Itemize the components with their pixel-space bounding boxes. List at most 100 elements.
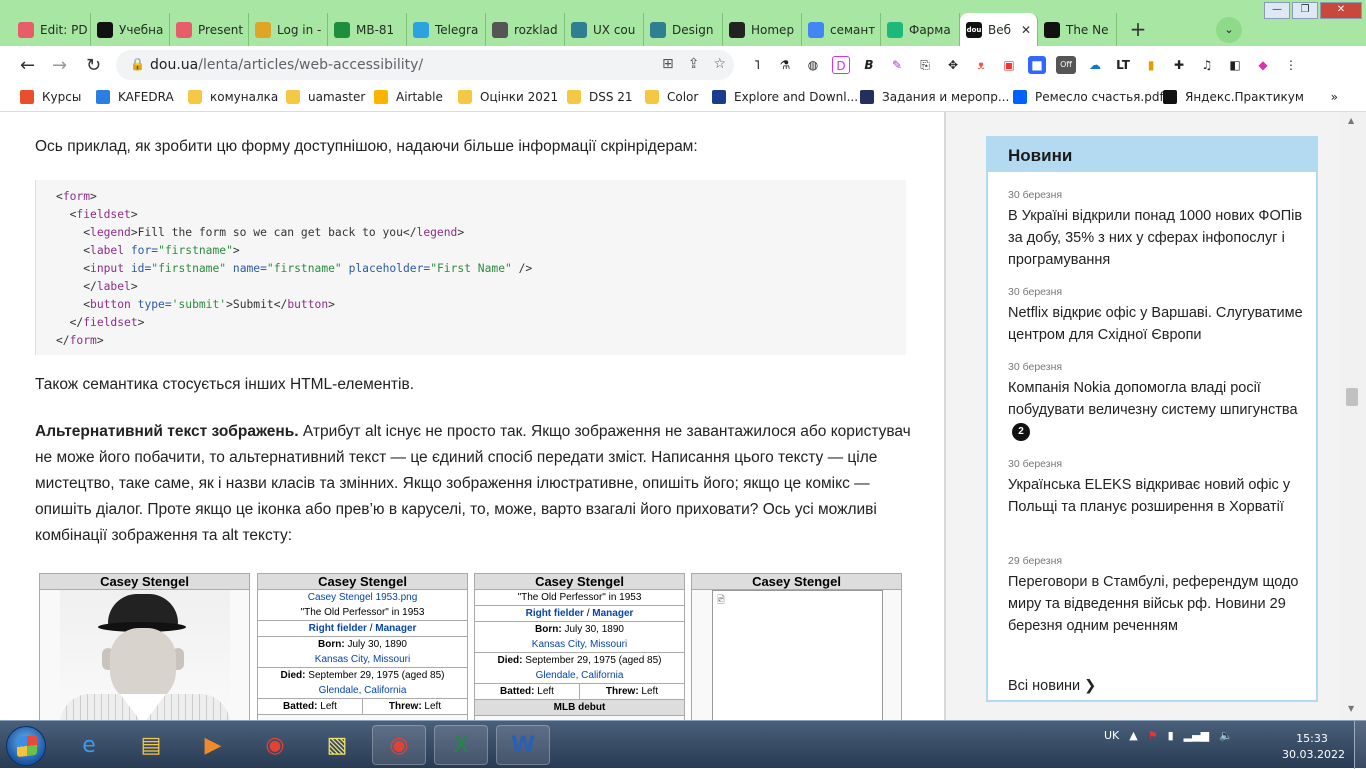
tab-search-icon[interactable]: ⌄ bbox=[1216, 17, 1242, 43]
clock[interactable]: 15:33 30.03.2022 bbox=[1282, 731, 1345, 763]
all-news-link[interactable]: Всі новини ❯ bbox=[1008, 678, 1096, 694]
tab-10[interactable]: семант bbox=[802, 13, 881, 46]
intro-paragraph: Ось приклад, як зробити цю форму доступн… bbox=[35, 138, 698, 155]
news-item[interactable]: 30 березня В Україні відкрили понад 1000… bbox=[1008, 188, 1308, 271]
network-icon[interactable]: ▂▄▆ bbox=[1184, 729, 1209, 742]
tab-0[interactable]: Edit: PD bbox=[12, 13, 91, 46]
extension-b-icon[interactable]: B bbox=[860, 56, 878, 74]
reload-icon[interactable]: ↻ bbox=[86, 55, 101, 76]
fox-icon[interactable]: ᴥ bbox=[972, 56, 990, 74]
tab-6[interactable]: rozklad bbox=[486, 13, 565, 46]
bar-chart-extension-icon[interactable]: ▮ bbox=[1142, 56, 1160, 74]
close-window-button[interactable]: ✕ bbox=[1320, 2, 1362, 19]
news-link[interactable]: Netflix відкриє офіс у Варшаві. Слугуват… bbox=[1008, 302, 1308, 346]
back-arrow-icon[interactable]: ← bbox=[20, 55, 35, 76]
chrome-active-taskbar-icon[interactable]: ◉ bbox=[372, 725, 426, 765]
screenshot-icon[interactable]: ⎘ bbox=[916, 56, 934, 74]
cube-icon[interactable]: ■ bbox=[1028, 56, 1046, 74]
tab-1[interactable]: Учебна bbox=[91, 13, 170, 46]
puzzle-icon[interactable]: ✚ bbox=[1170, 56, 1188, 74]
tab-4[interactable]: MB-81 bbox=[328, 13, 407, 46]
minimize-button[interactable]: — bbox=[1264, 2, 1290, 19]
start-button[interactable] bbox=[6, 726, 46, 766]
extension-t-icon[interactable]: ˥ bbox=[748, 56, 766, 74]
lt-icon[interactable]: LT bbox=[1114, 56, 1132, 74]
scroll-up-icon[interactable]: ▲ bbox=[1348, 116, 1354, 125]
tab-7[interactable]: UX cou bbox=[565, 13, 644, 46]
tab-3[interactable]: Log in - bbox=[249, 13, 328, 46]
bookmark-item[interactable]: KAFEDRA bbox=[96, 90, 174, 104]
bookmark-star-icon[interactable]: ☆ bbox=[713, 56, 726, 72]
window-extension-icon[interactable]: ▣ bbox=[1000, 56, 1018, 74]
close-tab-icon[interactable]: ✕ bbox=[1021, 23, 1031, 37]
news-item[interactable]: 29 березня Переговори в Стамбулі, рефере… bbox=[1008, 554, 1308, 637]
show-desktop-button[interactable] bbox=[1354, 721, 1366, 769]
news-item[interactable]: 30 березня Компанія Nokia допомогла влад… bbox=[1008, 360, 1308, 443]
pen-icon[interactable]: ✎ bbox=[888, 56, 906, 74]
news-item[interactable]: 30 березня Netflix відкриє офіс у Варшав… bbox=[1008, 285, 1308, 346]
code-block[interactable]: <form> <fieldset> <legend>Fill the form … bbox=[35, 180, 906, 355]
bookmark-item[interactable]: DSS 21 bbox=[567, 90, 633, 104]
bookmark-item[interactable]: Яндекс.Практикум bbox=[1163, 90, 1304, 104]
lock-icon[interactable]: 🔒 bbox=[130, 57, 145, 71]
globe-extension-icon[interactable]: ◍ bbox=[804, 56, 822, 74]
page-scrollbar[interactable]: ▲ ▼ bbox=[1340, 112, 1366, 720]
tab-9[interactable]: Homep bbox=[723, 13, 802, 46]
news-link[interactable]: В Україні відкрили понад 1000 нових ФОПі… bbox=[1008, 205, 1308, 271]
bookmark-item[interactable]: Explore and Downl... bbox=[712, 90, 858, 104]
sidepanel-icon[interactable]: ◧ bbox=[1226, 56, 1244, 74]
flag-icon[interactable]: ⚑ bbox=[1148, 729, 1158, 742]
bookmark-item[interactable]: uamaster bbox=[286, 90, 365, 104]
bookmark-item[interactable]: Оцінки 2021 bbox=[458, 90, 558, 104]
news-link[interactable]: Українська ELEKS відкриває новий офіс у … bbox=[1008, 474, 1308, 518]
volume-icon[interactable]: 🔈 bbox=[1219, 729, 1233, 742]
tab-11[interactable]: Фарма bbox=[881, 13, 960, 46]
bookmark-item[interactable]: Задания и меропр... bbox=[860, 90, 1009, 104]
translate-icon[interactable]: ⊞ bbox=[662, 56, 674, 72]
language-indicator[interactable]: UK bbox=[1104, 729, 1119, 742]
media-player-icon[interactable]: ▶ bbox=[186, 725, 240, 765]
tab-8[interactable]: Design bbox=[644, 13, 723, 46]
tab-2[interactable]: Present bbox=[170, 13, 249, 46]
profile-icon[interactable]: ◆ bbox=[1254, 56, 1272, 74]
excel-taskbar-icon[interactable]: X bbox=[434, 725, 488, 765]
share-icon[interactable]: ⇪ bbox=[688, 56, 700, 72]
maximize-button[interactable]: ❐ bbox=[1292, 2, 1318, 19]
forward-arrow-icon[interactable]: → bbox=[52, 55, 67, 76]
news-item[interactable]: 30 березня Українська ELEKS відкриває но… bbox=[1008, 457, 1308, 518]
eyedropper-icon[interactable]: ⚗ bbox=[776, 56, 794, 74]
tab-13[interactable]: The Ne bbox=[1038, 13, 1117, 46]
scroll-down-icon[interactable]: ▼ bbox=[1348, 704, 1354, 713]
tab-5[interactable]: Telegra bbox=[407, 13, 486, 46]
scroll-thumb[interactable] bbox=[1346, 388, 1358, 406]
sticky-notes-icon[interactable]: ▧ bbox=[310, 725, 364, 765]
address-bar[interactable]: 🔒 dou.ua/lenta/articles/web-accessibilit… bbox=[116, 50, 734, 80]
word-taskbar-icon[interactable]: W bbox=[496, 725, 550, 765]
new-tab-button[interactable]: + bbox=[1123, 15, 1153, 45]
battery-icon[interactable]: ▮ bbox=[1168, 729, 1174, 742]
news-link[interactable]: Компанія Nokia допомогла владі росії поб… bbox=[1008, 377, 1308, 443]
wiki-card-text: Casey Stengel "The Old Perfessor" in 195… bbox=[474, 573, 685, 720]
file-explorer-icon[interactable]: ▤ bbox=[124, 725, 178, 765]
bookmark-item[interactable]: Ремесло счастья.pdf bbox=[1013, 90, 1164, 104]
news-link[interactable]: Переговори в Стамбулі, референдум щодо м… bbox=[1008, 571, 1308, 637]
extension-d-icon[interactable]: D bbox=[832, 56, 850, 74]
more-bookmarks-icon[interactable]: » bbox=[1331, 90, 1338, 104]
url-text[interactable]: dou.ua/lenta/articles/web-accessibility/ bbox=[150, 57, 423, 73]
chrome-taskbar-icon[interactable]: ◉ bbox=[248, 725, 302, 765]
tab-list: Edit: PD Учебна Present Log in - MB-81 Telegr… bbox=[12, 13, 1153, 46]
internet-explorer-icon[interactable]: e bbox=[62, 725, 116, 765]
bookmark-item[interactable]: Airtable bbox=[374, 90, 443, 104]
wiki-file-link[interactable]: Casey Stengel 1953.png bbox=[308, 592, 418, 603]
bookmark-item[interactable]: Color bbox=[645, 90, 698, 104]
comment-count-badge[interactable]: 2 bbox=[1012, 423, 1030, 442]
cloud-icon[interactable]: ☁ bbox=[1086, 56, 1104, 74]
move-icon[interactable]: ✥ bbox=[944, 56, 962, 74]
bookmark-item[interactable]: Курсы bbox=[20, 90, 81, 104]
bookmark-item[interactable]: комуналка bbox=[188, 90, 278, 104]
menu-kebab-icon[interactable]: ⋮ bbox=[1282, 56, 1300, 74]
tab-12[interactable]: dou Веб ✕ bbox=[960, 13, 1038, 46]
media-icon[interactable]: ♫ bbox=[1198, 56, 1216, 74]
tray-expand-icon[interactable]: ▲ bbox=[1129, 729, 1137, 742]
extension-off-icon[interactable]: Off bbox=[1056, 56, 1076, 74]
